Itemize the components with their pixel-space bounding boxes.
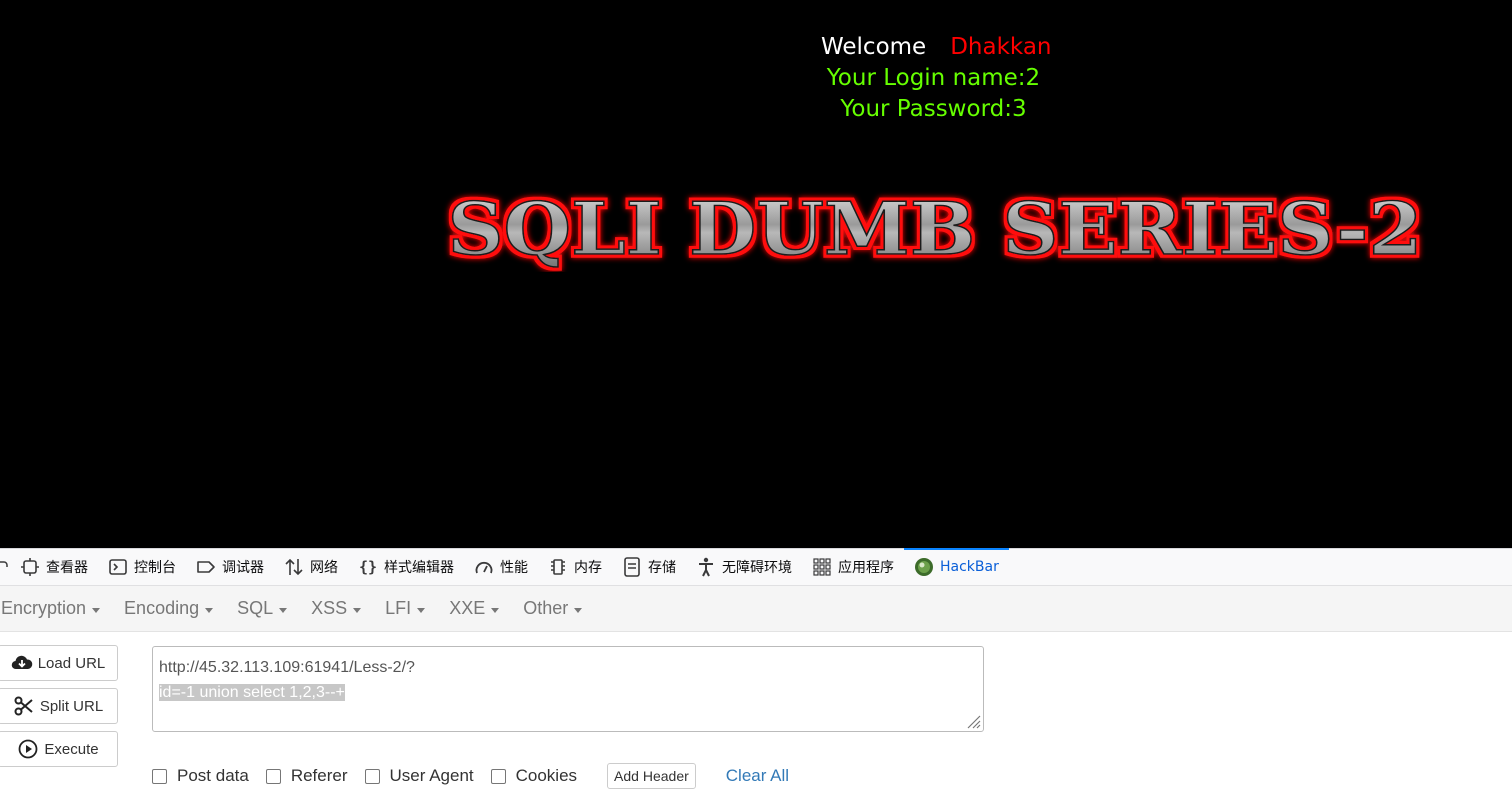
tab-console[interactable]: 控制台 — [98, 549, 186, 585]
load-url-label: Load URL — [37, 654, 106, 672]
page-viewport: Welcome Dhakkan Your Login name:2 Your Pa… — [0, 0, 1512, 548]
tab-memory[interactable]: 内存 — [538, 549, 612, 585]
hackbar-icon — [914, 557, 934, 577]
tab-application[interactable]: 应用程序 — [802, 549, 904, 585]
caret-down-icon — [279, 607, 288, 613]
cookies-label: Cookies — [515, 766, 578, 785]
split-url-label: Split URL — [39, 697, 104, 715]
performance-icon — [474, 557, 494, 577]
welcome-label: Welcome — [821, 34, 927, 60]
menu-label: Other — [523, 598, 569, 618]
menu-label: Encoding — [124, 598, 200, 618]
add-header-button[interactable]: Add Header — [607, 763, 696, 789]
post-data-checkbox[interactable]: Post data — [152, 766, 249, 786]
scissors-icon — [13, 695, 35, 717]
tab-hackbar[interactable]: HackBar — [904, 548, 1009, 585]
caret-down-icon — [417, 607, 426, 613]
svg-text:{}: {} — [359, 558, 377, 576]
menu-encoding[interactable]: Encoding — [124, 598, 214, 619]
user-name: Dhakkan — [950, 34, 1052, 60]
caret-down-icon — [491, 607, 500, 613]
menu-xss[interactable]: XSS — [311, 598, 362, 619]
menu-label: SQL — [237, 598, 274, 618]
memory-icon — [548, 557, 568, 577]
tab-label: 查看器 — [46, 560, 88, 576]
menu-lfi[interactable]: LFI — [385, 598, 426, 619]
cloud-download-icon — [11, 652, 33, 674]
menu-encryption[interactable]: Encryption — [1, 598, 101, 619]
menu-other[interactable]: Other — [523, 598, 583, 619]
tab-label: 控制台 — [134, 560, 176, 576]
user-agent-checkbox[interactable]: User Agent — [364, 766, 474, 786]
password-line: Your Password:3 — [840, 96, 1027, 122]
tab-label: 存储 — [648, 560, 676, 576]
url-line: http://45.32.113.109:61941/Less-2/? — [159, 659, 415, 676]
application-icon — [812, 557, 832, 577]
tab-label: HackBar — [940, 559, 999, 575]
menu-sql[interactable]: SQL — [237, 598, 288, 619]
clear-all-link[interactable]: Clear All — [726, 766, 789, 786]
welcome-line: Welcome Dhakkan — [821, 34, 1052, 60]
tab-label: 无障碍环境 — [722, 560, 792, 576]
referer-label: Referer — [290, 766, 348, 785]
debugger-icon — [196, 557, 216, 577]
menu-label: XXE — [449, 598, 486, 618]
tab-label: 网络 — [310, 560, 338, 576]
tab-performance[interactable]: 性能 — [464, 549, 538, 585]
storage-icon — [622, 557, 642, 577]
split-url-button[interactable]: Split URL — [0, 688, 118, 724]
play-circle-icon — [17, 738, 39, 760]
tab-inspector[interactable]: 查看器 — [10, 549, 98, 585]
execute-button[interactable]: Execute — [0, 731, 118, 767]
caret-down-icon — [574, 607, 583, 613]
menu-label: LFI — [385, 598, 412, 618]
resize-handle-icon[interactable] — [965, 713, 981, 729]
hackbar-menu: Encryption Encoding SQL XSS LFI XXE Othe… — [0, 586, 1512, 632]
inspector-icon — [20, 557, 40, 577]
menu-label: Encryption — [1, 598, 87, 618]
tab-label: 样式编辑器 — [384, 560, 454, 576]
execute-label: Execute — [44, 740, 99, 758]
accessibility-icon — [696, 557, 716, 577]
banner-title: SQLI DUMB SERIES-2 — [447, 186, 1424, 272]
checkbox-box[interactable] — [490, 768, 506, 784]
tab-label: 调试器 — [222, 560, 264, 576]
banner-text: SQLI DUMB SERIES-2 — [448, 186, 1423, 271]
tab-network[interactable]: 网络 — [274, 549, 348, 585]
checkbox-box[interactable] — [152, 768, 167, 784]
referer-checkbox[interactable]: Referer — [265, 766, 348, 786]
url-selected-text: id=-1 union select 1,2,3--+ — [159, 684, 345, 701]
console-icon — [108, 557, 128, 577]
menu-xxe[interactable]: XXE — [449, 598, 500, 619]
caret-down-icon — [92, 607, 101, 613]
load-url-button[interactable]: Load URL — [0, 645, 118, 681]
user-agent-label: User Agent — [389, 766, 474, 785]
pick-element-icon[interactable] — [0, 549, 10, 585]
url-textarea[interactable]: http://45.32.113.109:61941/Less-2/? id=-… — [152, 646, 984, 732]
style-editor-icon: {} — [358, 557, 378, 577]
checkbox-box[interactable] — [364, 768, 380, 784]
hackbar-panel: Load URL Split URL Execute http://45.32.… — [0, 632, 1512, 803]
network-icon — [284, 557, 304, 577]
tab-debugger[interactable]: 调试器 — [186, 549, 274, 585]
tab-accessibility[interactable]: 无障碍环境 — [686, 549, 802, 585]
tab-label: 应用程序 — [838, 560, 894, 576]
login-name-line: Your Login name:2 — [826, 65, 1041, 91]
tab-style-editor[interactable]: {} 样式编辑器 — [348, 549, 464, 585]
devtools-toolbar: 查看器 控制台 调试器 网络 {} 样式编辑器 性能 内存 存储 无障碍环境 应… — [0, 548, 1512, 586]
tab-storage[interactable]: 存储 — [612, 549, 686, 585]
caret-down-icon — [205, 607, 214, 613]
tab-label: 性能 — [500, 560, 528, 576]
caret-down-icon — [353, 607, 362, 613]
cookies-checkbox[interactable]: Cookies — [490, 766, 578, 786]
tab-label: 内存 — [574, 560, 602, 576]
checkbox-box[interactable] — [265, 768, 281, 784]
menu-label: XSS — [311, 598, 348, 618]
options-row: Post data Referer User Agent Cookies Add… — [152, 763, 789, 789]
post-data-label: Post data — [177, 766, 249, 785]
